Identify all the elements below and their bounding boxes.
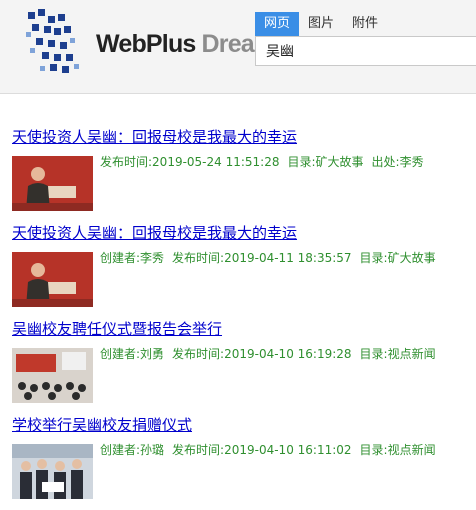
speaker-photo-icon bbox=[12, 252, 93, 307]
result-item: 天使投资人吴幽：回报母校是我最大的幸运 创建者:李秀 发布时间:2019-04-1… bbox=[12, 222, 476, 318]
result-meta-field: 发布时间:2019-04-10 16:11:02 bbox=[172, 443, 352, 457]
result-meta: 发布时间:2019-05-24 11:51:28 目录:矿大故事 出处:李秀 bbox=[100, 154, 432, 170]
result-thumbnail[interactable] bbox=[12, 444, 93, 499]
result-meta-field: 目录:矿大故事 bbox=[359, 251, 436, 265]
result-title-link[interactable]: 学校举行吴幽校友捐赠仪式 bbox=[12, 414, 476, 436]
result-meta-field: 发布时间:2019-04-11 18:35:57 bbox=[172, 251, 352, 265]
result-meta-field: 目录:视点新闻 bbox=[359, 347, 436, 361]
speaker-photo-icon bbox=[12, 156, 93, 211]
tab-attachments[interactable]: 附件 bbox=[343, 12, 387, 36]
result-meta-field: 目录:矿大故事 bbox=[287, 155, 364, 169]
result-meta-field: 发布时间:2019-04-10 16:19:28 bbox=[172, 347, 352, 361]
result-thumbnail[interactable] bbox=[12, 252, 93, 307]
result-meta-field: 创建者:刘勇 bbox=[100, 347, 165, 361]
result-meta: 创建者:孙璐 发布时间:2019-04-10 16:11:02 目录:视点新闻 bbox=[100, 442, 444, 458]
logo[interactable]: WebPlus Dreamer bbox=[24, 6, 298, 76]
result-title-link[interactable]: 天使投资人吴幽：回报母校是我最大的幸运 bbox=[12, 126, 476, 148]
result-meta-field: 创建者:孙璐 bbox=[100, 443, 165, 457]
logo-brand: WebPlus bbox=[96, 30, 196, 58]
tab-images[interactable]: 图片 bbox=[299, 12, 343, 36]
result-thumbnail[interactable] bbox=[12, 156, 93, 211]
tab-webpage[interactable]: 网页 bbox=[255, 12, 300, 36]
result-meta-field: 目录:视点新闻 bbox=[359, 443, 436, 457]
search-results: 天使投资人吴幽：回报母校是我最大的幸运 发布时间:2019-05-24 11:5… bbox=[12, 126, 476, 510]
header: WebPlus Dreamer 网页 图片 附件 bbox=[0, 0, 476, 94]
result-title-link[interactable]: 吴幽校友聘任仪式暨报告会举行 bbox=[12, 318, 476, 340]
result-item: 天使投资人吴幽：回报母校是我最大的幸运 发布时间:2019-05-24 11:5… bbox=[12, 126, 476, 222]
result-meta: 创建者:刘勇 发布时间:2019-04-10 16:19:28 目录:视点新闻 bbox=[100, 346, 444, 362]
result-thumbnail[interactable] bbox=[12, 348, 93, 403]
result-item: 学校举行吴幽校友捐赠仪式 创建者:孙璐 发布时间:2019-04-10 16:11… bbox=[12, 414, 476, 510]
search-input[interactable] bbox=[255, 36, 476, 66]
search-tabs: 网页 图片 附件 bbox=[255, 12, 387, 36]
result-meta: 创建者:李秀 发布时间:2019-04-11 18:35:57 目录:矿大故事 bbox=[100, 250, 444, 266]
result-item: 吴幽校友聘任仪式暨报告会举行 创建者:刘勇 发布时间:2019-04-10 16:… bbox=[12, 318, 476, 414]
result-meta-field: 创建者:李秀 bbox=[100, 251, 165, 265]
group-photo-icon bbox=[12, 444, 93, 499]
result-meta-field: 出处:李秀 bbox=[371, 155, 424, 169]
result-title-link[interactable]: 天使投资人吴幽：回报母校是我最大的幸运 bbox=[12, 222, 476, 244]
logo-cube-icon bbox=[26, 9, 79, 73]
result-meta-field: 发布时间:2019-05-24 11:51:28 bbox=[100, 155, 280, 169]
lecture-hall-photo-icon bbox=[12, 348, 93, 403]
